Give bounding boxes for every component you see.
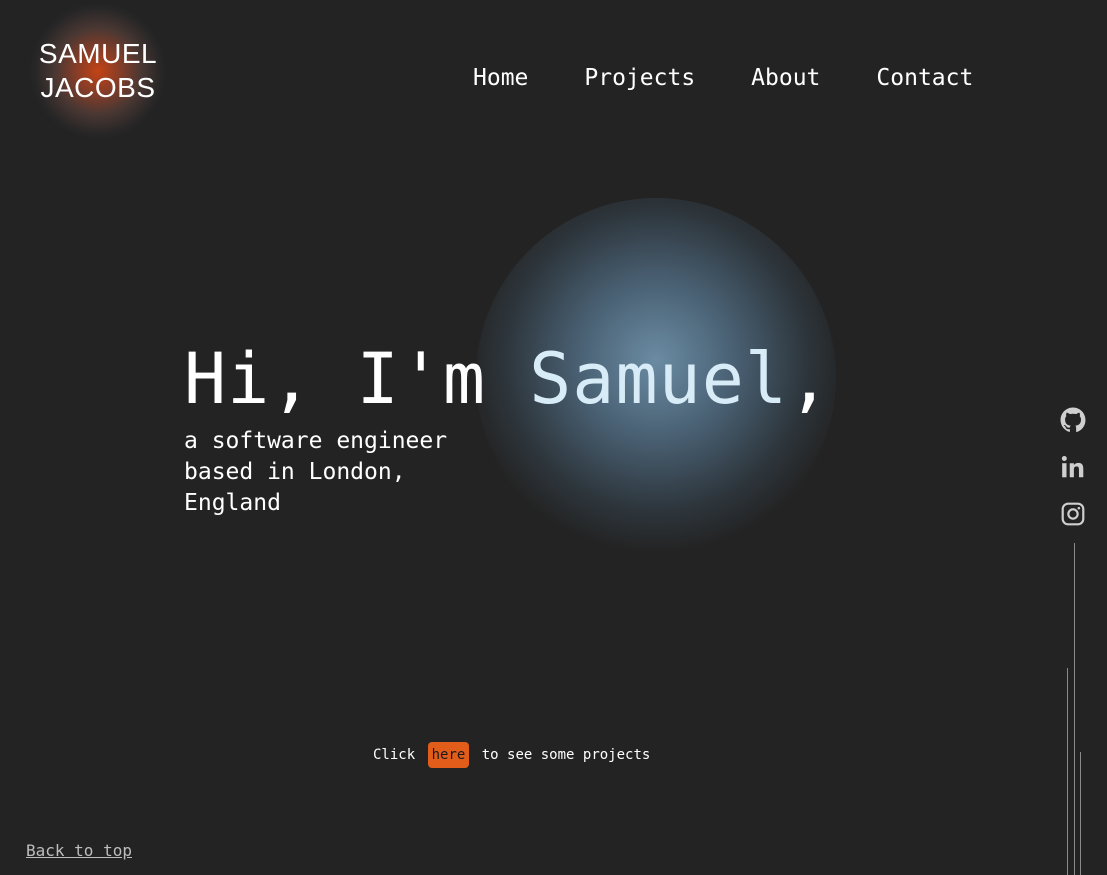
nav-contact[interactable]: Contact: [876, 62, 973, 94]
hero-name: Samuel: [529, 338, 789, 420]
cta-text-after: to see some projects: [481, 747, 651, 763]
decorative-line: [1074, 543, 1075, 875]
linkedin-icon: [1061, 456, 1084, 478]
cta-text-before: Click: [373, 747, 416, 763]
cta-here-link[interactable]: here: [427, 742, 470, 768]
decorative-line: [1080, 752, 1081, 875]
hero-comma: ,: [788, 338, 832, 420]
github-icon: [1060, 407, 1086, 433]
decorative-line: [1067, 668, 1068, 875]
hero-greeting: Hi, I'm: [184, 338, 530, 420]
social-links: [1060, 407, 1088, 548]
github-link[interactable]: [1060, 407, 1086, 433]
nav-about[interactable]: About: [751, 62, 820, 94]
page: SAMUEL JACOBS Home Projects About Contac…: [0, 0, 1107, 875]
hero: Hi, I'm Samuel, a software engineer base…: [184, 336, 831, 519]
instagram-link[interactable]: [1060, 501, 1086, 527]
logo-home-link[interactable]: SAMUEL JACOBS: [30, 3, 166, 139]
hero-subtitle: a software engineer based in London, Eng…: [184, 428, 448, 516]
logo-line-2: JACOBS: [40, 72, 156, 103]
nav-home[interactable]: Home: [473, 62, 528, 94]
main-nav: Home Projects About Contact: [473, 62, 973, 94]
hero-title: Hi, I'm Samuel,: [184, 336, 831, 422]
instagram-icon: [1061, 502, 1085, 526]
logo-line-1: SAMUEL: [38, 38, 158, 69]
nav-projects[interactable]: Projects: [584, 62, 695, 94]
linkedin-link[interactable]: [1060, 454, 1086, 480]
back-to-top-link[interactable]: Back to top: [26, 840, 132, 862]
projects-cta: Click here to see some projects: [373, 742, 650, 768]
